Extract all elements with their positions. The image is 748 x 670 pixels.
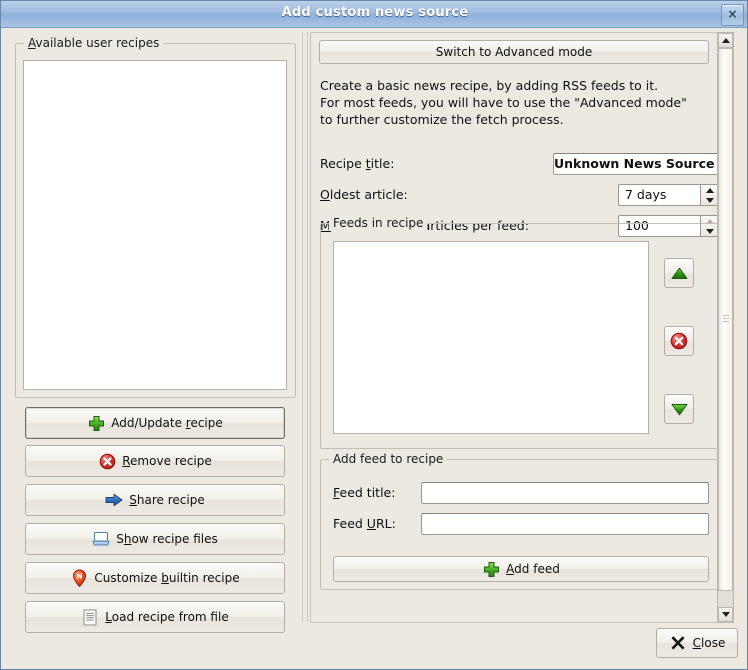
right-pane: Switch to Advanced mode Create a basic n… [310,32,733,623]
switch-to-advanced-mode-button[interactable]: Switch to Advanced mode [319,40,709,64]
delete-red-icon [98,452,116,470]
add-update-recipe-label: Add/Update recipe [111,416,223,430]
add-update-recipe-button[interactable]: Add/Update recipe [25,407,285,439]
recipe-title-input[interactable]: Unknown News Source [553,153,720,175]
remove-recipe-label: Remove recipe [122,454,212,468]
left-pane: AAvailable user recipesvailable user rec… [11,35,296,633]
share-recipe-label: Share recipe [129,493,205,507]
news-pin-icon: N [70,569,88,587]
show-recipe-files-label: Show recipe files [116,532,218,546]
feed-url-input[interactable] [421,513,709,535]
switch-to-advanced-mode-label: Switch to Advanced mode [435,45,593,59]
scrollbar-grip [723,314,729,325]
title-bar: Add custom news source × [1,1,747,28]
arrow-down-green-icon [670,400,688,418]
close-dialog-button[interactable]: Close [656,628,738,658]
feed-title-row: Feed title: [333,482,709,504]
scrollbar-thumb[interactable] [718,48,733,591]
feed-url-row: Feed URL: [333,513,709,535]
document-icon [81,608,99,626]
right-pane-scrollbar[interactable] [717,32,734,623]
arrow-up-green-icon [670,264,688,282]
move-feed-down-button[interactable] [664,394,694,424]
feed-title-input[interactable] [421,482,709,504]
feed-url-label: Feed URL: [333,516,396,531]
description-text: Create a basic news recipe, by adding RS… [320,78,687,127]
feed-title-label: Feed title: [333,485,396,500]
scroll-down-icon[interactable] [718,607,733,622]
add-feed-to-recipe-title: Add feed to recipe [329,452,448,466]
plus-green-icon [482,560,500,578]
feeds-in-recipe-list[interactable] [333,241,649,434]
splitter-line-left [302,32,303,622]
oldest-article-value[interactable]: 7 days [618,184,700,206]
load-recipe-from-file-label: Load recipe from file [105,610,229,624]
folder-open-icon [92,530,110,548]
remove-feed-button[interactable] [664,326,694,356]
move-feed-up-button[interactable] [664,258,694,288]
close-dialog-label: Close [692,636,726,650]
dialog-window: Add custom news source × AAvailable user… [0,0,748,670]
svg-text:N: N [76,573,82,581]
dialog-body: AAvailable user recipesvailable user rec… [1,28,747,669]
feeds-in-recipe-group: Feeds in recipe [320,216,720,449]
window-close-button[interactable]: × [721,4,744,26]
customize-builtin-recipe-button[interactable]: N Customize builtin recipe [25,562,285,594]
available-user-recipes-title: AAvailable user recipesvailable user rec… [24,36,164,50]
oldest-article-row: Oldest article: 7 days [320,184,720,206]
load-recipe-from-file-button[interactable]: Load recipe from file [25,601,285,633]
window-title: Add custom news source [281,5,469,20]
x-mark-icon [669,634,687,652]
splitter-line-right [307,32,308,622]
customize-builtin-recipe-label: Customize builtin recipe [94,571,240,585]
feeds-in-recipe-title: Feeds in recipe [329,216,428,230]
delete-red-icon [670,332,688,350]
recipe-title-label: Recipe title: [320,156,395,171]
recipe-title-row: Recipe title: Unknown News Source [320,153,720,175]
show-recipe-files-button[interactable]: Show recipe files [25,523,285,555]
share-recipe-button[interactable]: Share recipe [25,484,285,516]
add-feed-to-recipe-group: Add feed to recipe Feed title: Feed URL: [320,452,720,590]
arrow-right-blue-icon [105,491,123,509]
oldest-article-label: Oldest article: [320,187,408,202]
pane-splitter[interactable] [301,32,309,622]
plus-green-icon [87,414,105,432]
add-feed-button[interactable]: Add feed [333,556,709,582]
scroll-up-icon[interactable] [718,33,733,48]
oldest-article-spinner[interactable]: 7 days [618,184,720,206]
available-user-recipes-list[interactable] [23,60,287,390]
window-close-icon: × [727,7,738,21]
add-feed-label: Add feed [506,562,560,576]
remove-recipe-button[interactable]: Remove recipe [25,445,285,477]
